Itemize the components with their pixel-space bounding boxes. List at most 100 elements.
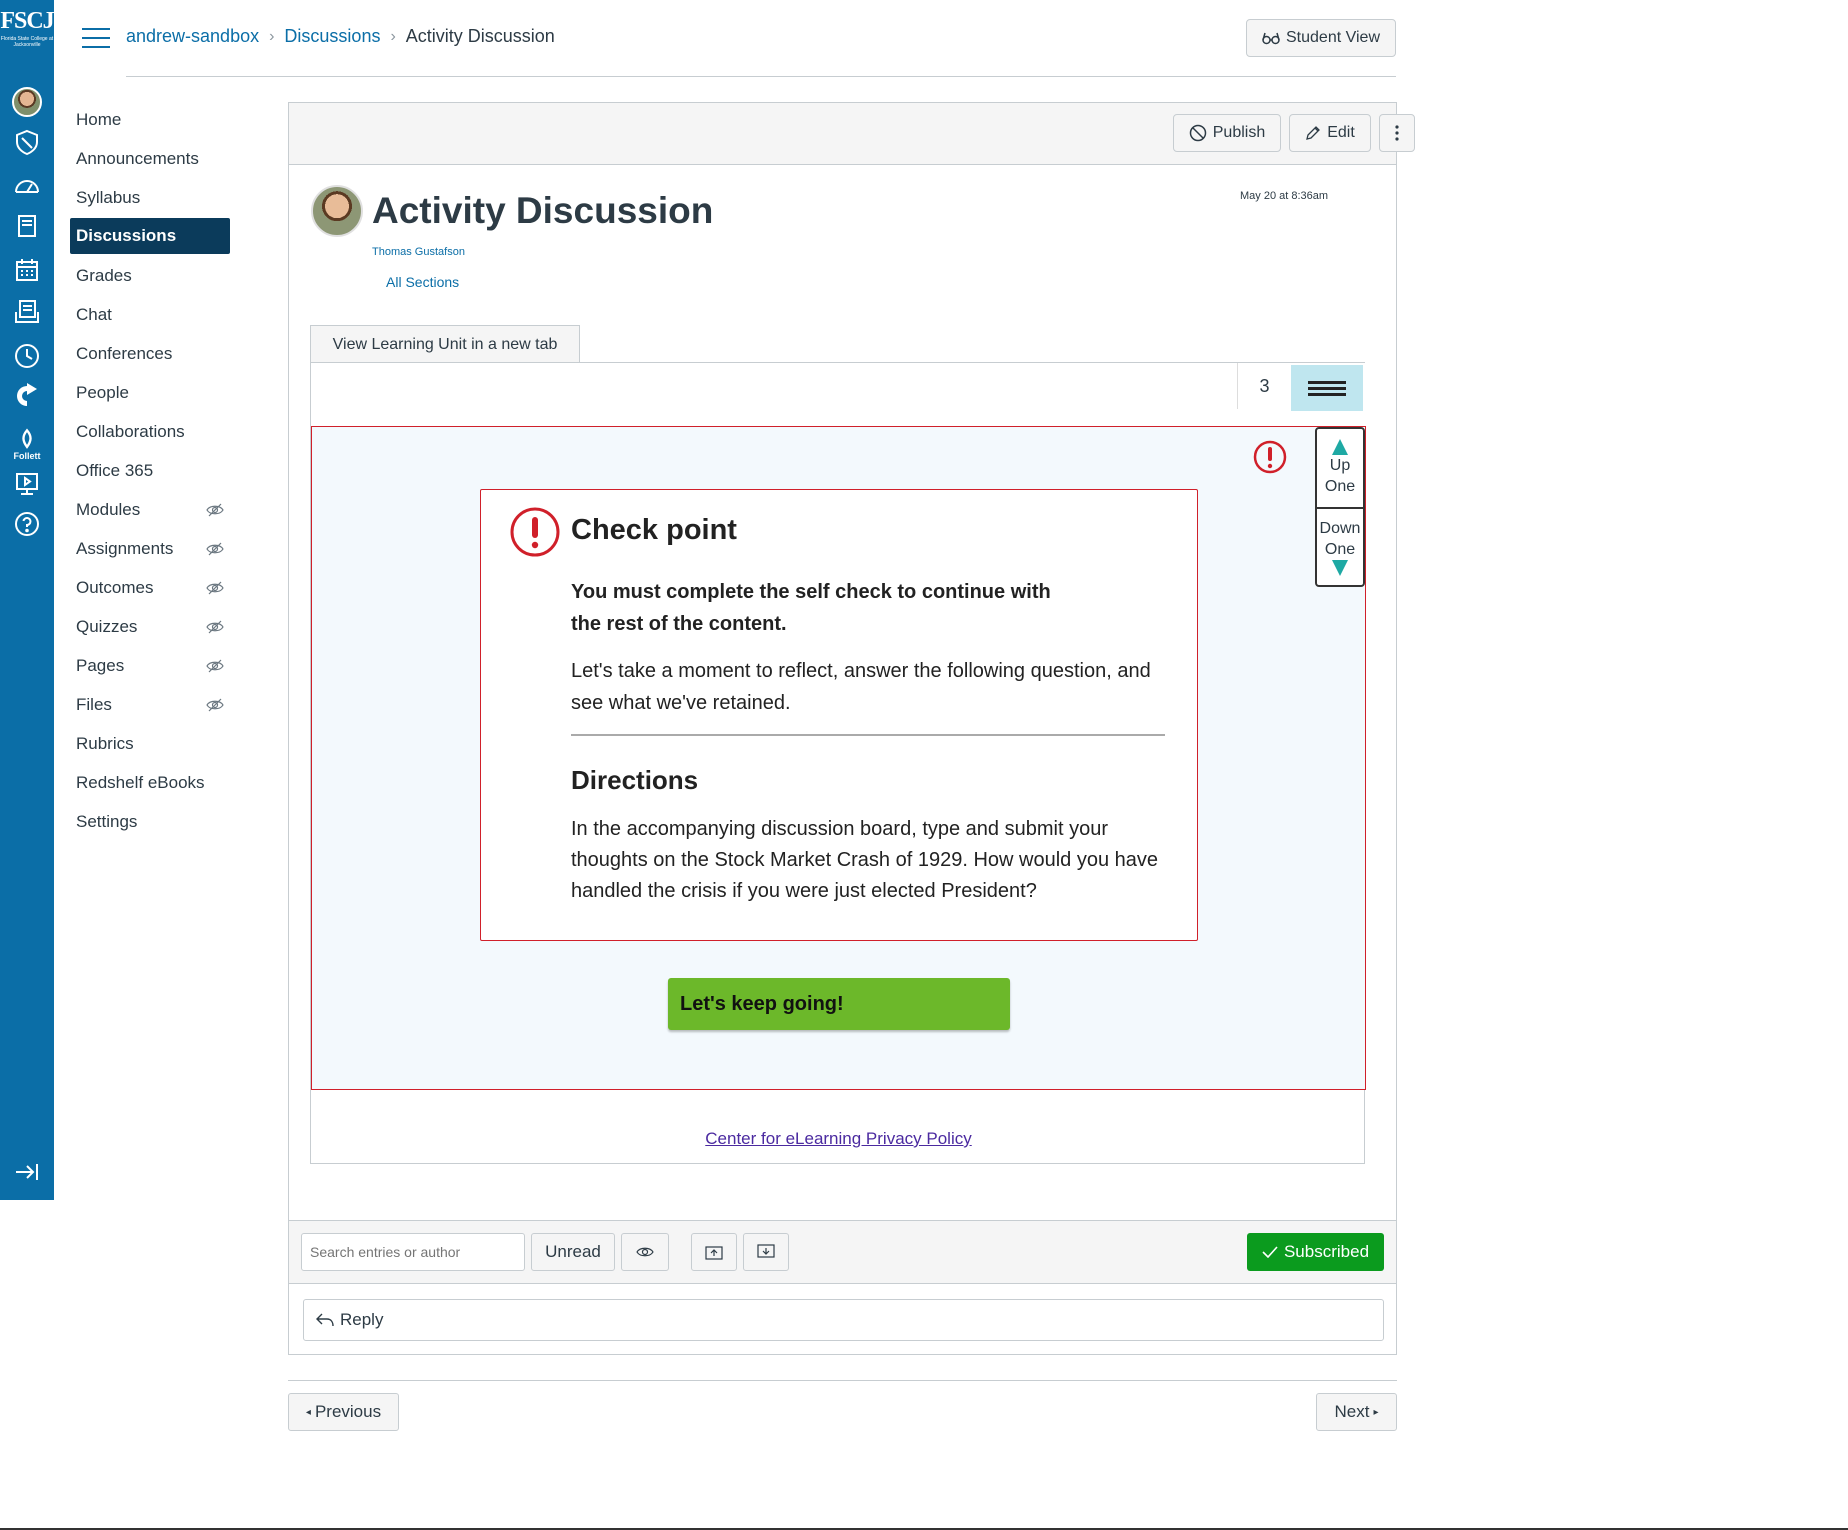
next-button[interactable]: Next ▸ [1316,1393,1397,1431]
edit-button[interactable]: Edit [1289,114,1371,152]
course-nav-label: Pages [76,655,125,675]
course-nav-label: Chat [76,304,112,324]
course-nav-collaborations[interactable]: Collaborations [70,412,230,451]
course-nav-quizzes[interactable]: Quizzes [70,607,230,646]
publish-button[interactable]: Publish [1173,114,1281,152]
studio-button[interactable] [0,464,54,504]
hidden-eye-icon [206,542,224,555]
breadcrumb-current: Activity Discussion [405,26,555,46]
course-nav-grades[interactable]: Grades [70,256,230,295]
view-learning-unit-tab[interactable]: View Learning Unit in a new tab [310,325,580,363]
course-nav-label: Assignments [76,538,174,558]
learning-unit-embed: 3 Up One Down One Check point You must c… [310,362,1366,1164]
hidden-eye-icon [206,581,224,594]
author-avatar[interactable] [311,185,363,237]
course-nav-outcomes[interactable]: Outcomes [70,568,230,607]
reply-label: Reply [340,1310,384,1329]
down-label-one: One [1324,541,1356,558]
course-nav-announcements[interactable]: Announcements [70,139,230,178]
up-one-button[interactable]: Up One [1317,429,1363,507]
reply-button[interactable]: Reply [303,1299,1384,1341]
admin-shield-icon [16,129,38,156]
clock-icon [15,344,39,368]
follett-button[interactable]: Follett [0,418,54,470]
author-link[interactable]: Thomas Gustafson [372,246,465,258]
discussion-toolbar: Publish Edit [289,103,1415,165]
collapse-replies-button[interactable] [691,1233,737,1271]
course-nav-modules[interactable]: Modules [70,490,230,529]
hidden-eye-icon [206,698,224,711]
course-nav-settings[interactable]: Settings [70,802,230,841]
calendar-button[interactable] [0,250,54,290]
unpublished-icon [1189,124,1206,142]
calendar-icon [16,259,38,281]
account-button[interactable] [0,82,54,122]
global-nav: FSCJ Florida State College at Jacksonvil… [0,0,55,1200]
course-nav-label: Outcomes [76,577,154,597]
commons-arrow-icon [17,383,37,406]
breadcrumb-discussions-link[interactable]: Discussions [284,26,380,47]
previous-button[interactable]: ◂ Previous [288,1393,399,1431]
course-nav-label: Collaborations [76,421,185,441]
expand-down-icon [757,1244,775,1258]
more-options-button[interactable] [1379,114,1415,152]
edit-label: Edit [1327,124,1355,141]
help-icon [15,512,39,536]
help-button[interactable] [0,504,54,544]
courses-button[interactable] [0,206,54,246]
history-button[interactable] [0,336,54,376]
course-nav-label: Home [76,109,122,129]
expand-replies-button[interactable] [743,1233,789,1271]
hidden-eye-icon [206,620,224,633]
logo-text: FSCJ [0,8,54,34]
hidden-eye-icon [206,503,224,516]
course-nav-label: Files [76,694,112,714]
studio-icon [16,473,38,495]
down-one-button[interactable]: Down One [1317,507,1363,585]
collapse-nav-button[interactable] [0,1152,54,1192]
course-nav-files[interactable]: Files [70,685,230,724]
menu-toggle-icon[interactable] [82,28,110,50]
course-nav-syllabus[interactable]: Syllabus [70,178,230,217]
privacy-policy-link[interactable]: Center for eLearning Privacy Policy [311,1129,1366,1149]
sections-link[interactable]: All Sections [386,274,459,290]
subscribed-label: Subscribed [1283,1242,1370,1261]
caret-right-icon: ▸ [1373,1406,1379,1418]
course-nav-label: People [76,382,129,402]
logo-subtext: Florida State College at Jacksonville [0,36,54,48]
directions-text: In the accompanying discussion board, ty… [571,818,1159,902]
checkpoint-divider [571,734,1165,736]
course-nav-office-365[interactable]: Office 365 [70,451,230,490]
breadcrumb-separator-icon: › [269,27,275,45]
student-view-button[interactable]: Student View [1246,19,1396,57]
course-nav-label: Settings [76,811,138,831]
course-nav-people[interactable]: People [70,373,230,412]
course-nav-rubrics[interactable]: Rubrics [70,724,230,763]
commons-button[interactable] [0,376,54,416]
course-nav-assignments[interactable]: Assignments [70,529,230,568]
keep-going-button[interactable]: Let's keep going! [668,978,1010,1030]
admin-button[interactable] [0,122,54,162]
breadcrumb-course-link[interactable]: andrew-sandbox [126,26,259,47]
course-nav-chat[interactable]: Chat [70,295,230,334]
course-nav-conferences[interactable]: Conferences [70,334,230,373]
breadcrumb-separator-icon: › [390,27,396,45]
course-nav-home[interactable]: Home [70,100,230,139]
dashboard-icon [15,180,39,193]
inbox-icon [15,300,39,323]
unread-button[interactable]: Unread [531,1233,615,1271]
publish-label: Publish [1212,124,1266,141]
dashboard-button[interactable] [0,166,54,206]
course-nav-redshelf-ebooks[interactable]: Redshelf eBooks [70,763,230,802]
course-nav-pages[interactable]: Pages [70,646,230,685]
down-arrow-icon [1332,560,1348,576]
fscj-logo[interactable]: FSCJ Florida State College at Jacksonvil… [0,6,54,62]
search-entries-input[interactable] [301,1233,525,1271]
inbox-button[interactable] [0,292,54,332]
learning-unit-menu-button[interactable] [1291,365,1363,411]
subscribed-button[interactable]: Subscribed [1247,1233,1384,1271]
course-nav-discussions[interactable]: Discussions [70,218,230,254]
up-label: Up [1329,457,1351,474]
learning-unit-topbar: 3 [311,363,1366,427]
mark-read-button[interactable] [621,1233,669,1271]
